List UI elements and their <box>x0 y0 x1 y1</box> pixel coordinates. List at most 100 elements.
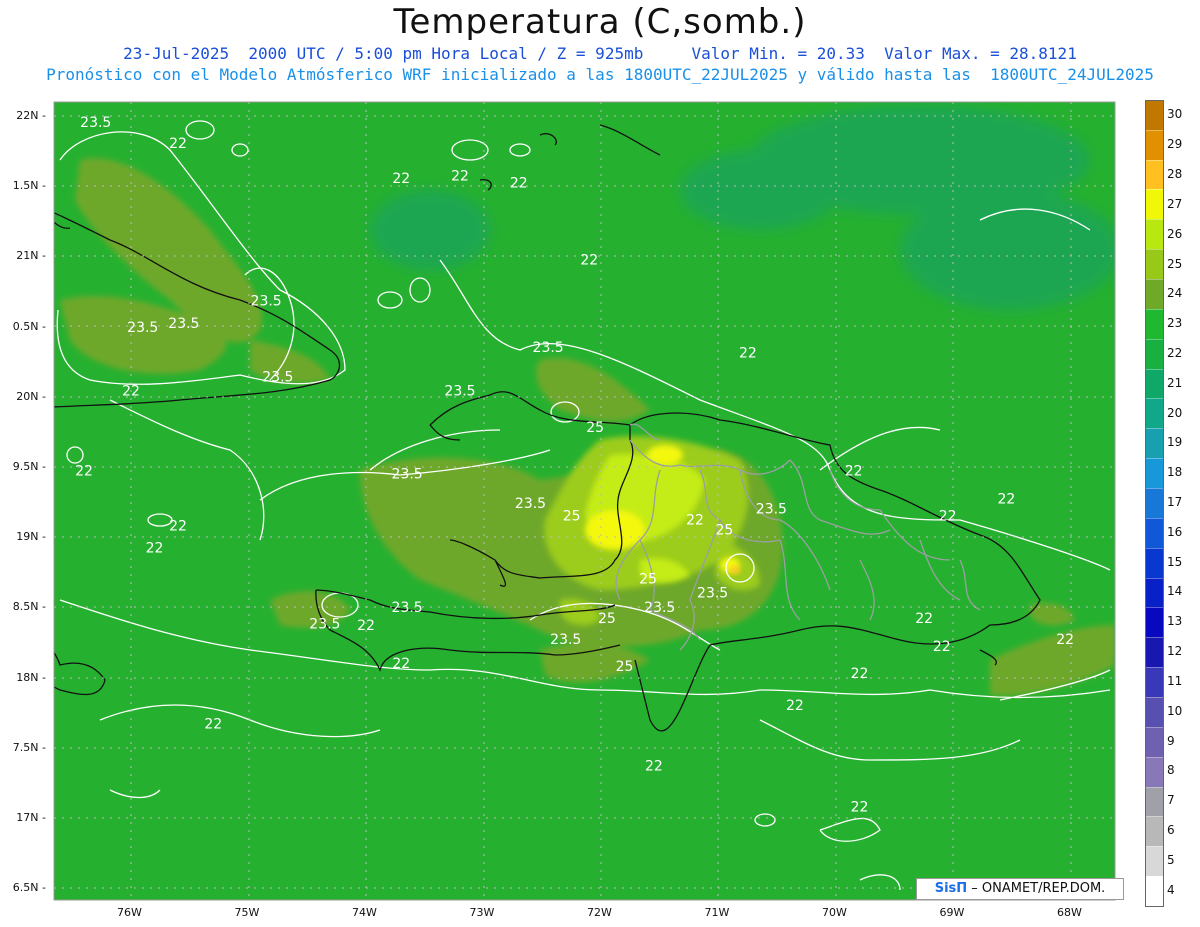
contour-label: 23.5 <box>251 293 282 309</box>
longitude-label: 73W <box>469 906 495 919</box>
legend-label: 11 <box>1167 673 1183 688</box>
contour-label: 25 <box>563 508 581 524</box>
legend-swatch <box>1146 368 1163 399</box>
longitude-label: 76W <box>117 906 142 919</box>
contour-label: 22 <box>933 639 951 655</box>
legend-swatch <box>1146 129 1163 160</box>
contour-label: 23.5 <box>127 320 158 336</box>
latitude-label: 19N - <box>16 530 46 544</box>
legend-swatch <box>1146 487 1163 518</box>
contour-label: 23.5 <box>168 316 199 332</box>
model-info-line: Pronóstico con el Modelo Atmósferico WRF… <box>46 65 1154 84</box>
longitude-label: 75W <box>234 906 260 919</box>
contour-label: 22 <box>169 136 187 152</box>
contour-label: 23.5 <box>515 496 546 512</box>
latitude-label: 7.5N - <box>12 740 46 754</box>
contour-label: 23.5 <box>392 600 423 616</box>
longitude-label: 70W <box>822 906 847 919</box>
contour-label: 22 <box>146 541 164 557</box>
contour-label: 23.5 <box>392 466 423 482</box>
contour-label: 22 <box>1056 632 1074 648</box>
legend-label: 23 <box>1167 316 1183 331</box>
contour-label: 22 <box>169 518 187 534</box>
contour-label: 23.5 <box>309 617 340 633</box>
legend-label: 25 <box>1167 256 1183 271</box>
legend-swatch <box>1146 846 1163 877</box>
latitude-label: 9.5N - <box>12 460 46 473</box>
contour-label: 23.5 <box>756 501 787 517</box>
brand-logo-text: SisΠ <box>934 881 968 896</box>
contour-label: 22 <box>75 463 93 479</box>
longitude-label: 68W <box>1057 906 1082 919</box>
contour-label: 22 <box>997 492 1015 508</box>
legend-swatch <box>1146 637 1163 668</box>
legend-label: 7 <box>1167 793 1175 808</box>
legend-swatch <box>1146 398 1163 429</box>
legend-swatch <box>1146 338 1163 369</box>
latitude-label: 8.5N - <box>12 600 46 614</box>
contour-label: 22 <box>739 345 757 361</box>
legend-swatch <box>1146 189 1163 220</box>
legend-label: 22 <box>1167 345 1183 360</box>
legend-label: 24 <box>1167 286 1183 301</box>
contour-label: 22 <box>451 168 469 184</box>
contour-label: 22 <box>392 171 410 187</box>
contour-label: 23.5 <box>444 383 475 399</box>
contour-label: 22 <box>645 759 663 775</box>
legend-swatch <box>1146 249 1163 279</box>
legend-swatch <box>1146 607 1163 638</box>
latitude-label: 22N - <box>16 109 46 122</box>
contour-label: 25 <box>598 611 616 627</box>
contour-label: 22 <box>510 175 528 191</box>
map-title: Temperatura (C,somb.) <box>393 2 807 42</box>
legend-swatch <box>1146 100 1163 130</box>
legend-label: 18 <box>1167 465 1183 480</box>
legend-label: 21 <box>1167 375 1183 390</box>
contour-label: 22 <box>122 383 140 399</box>
contour-label: 22 <box>357 618 375 634</box>
legend-swatch <box>1146 786 1163 817</box>
legend-swatch <box>1146 577 1163 608</box>
contour-label: 22 <box>845 463 863 479</box>
legend-swatch <box>1146 667 1163 697</box>
legend-swatch <box>1146 458 1163 488</box>
legend-label: 5 <box>1167 852 1175 867</box>
latitude-label: 0.5N - <box>12 319 46 333</box>
legend-swatch <box>1146 726 1163 757</box>
legend-label: 28 <box>1167 167 1183 182</box>
contour-label: 25 <box>639 572 657 588</box>
latitude-label: 6.5N - <box>12 881 46 895</box>
contour-label: 22 <box>686 513 704 529</box>
contour-label: 25 <box>586 420 604 436</box>
legend-swatch <box>1146 428 1163 459</box>
contour-label: 22 <box>851 666 869 682</box>
contour-label: 23.5 <box>262 369 293 385</box>
legend-swatch <box>1146 756 1163 787</box>
legend-swatch <box>1146 219 1163 250</box>
legend-swatch <box>1146 816 1163 847</box>
contour-label: 23.5 <box>80 115 111 131</box>
legend-label: 14 <box>1167 584 1183 599</box>
contour-label: 22 <box>939 508 957 524</box>
legend-swatch <box>1146 517 1163 548</box>
latitude-label: 21N - <box>16 249 46 263</box>
contour-label: 25 <box>616 659 634 675</box>
legend-swatch <box>1146 696 1163 727</box>
legend-label: 12 <box>1167 644 1183 659</box>
latitude-label: 18N - <box>16 670 46 684</box>
contour-label: 25 <box>715 522 733 538</box>
longitude-label: 69W <box>939 906 965 919</box>
contour-label: 22 <box>851 799 869 815</box>
contour-label: 22 <box>580 253 598 269</box>
legend-label: 15 <box>1167 554 1183 569</box>
latitude-label: 1.5N - <box>12 179 46 193</box>
legend-label: 4 <box>1167 882 1175 897</box>
contour-label: 22 <box>786 698 804 714</box>
contour-label: 22 <box>392 656 410 672</box>
contour-label: 23.5 <box>550 632 581 648</box>
legend-label: 30 <box>1167 107 1183 122</box>
legend-swatch <box>1146 876 1163 906</box>
contour-label: 22 <box>204 716 222 732</box>
legend-label: 20 <box>1167 405 1183 420</box>
longitude-label: 71W <box>704 906 730 919</box>
